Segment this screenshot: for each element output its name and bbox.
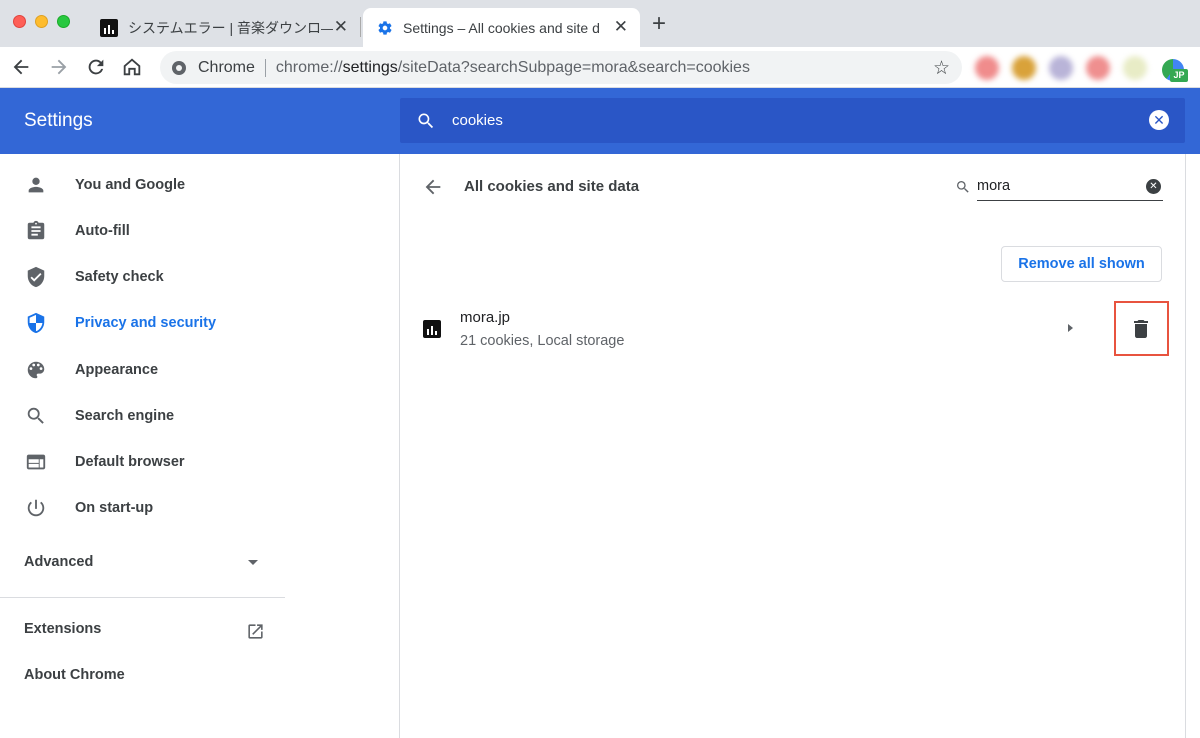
search-icon: [957, 181, 969, 193]
chevron-right-icon[interactable]: [1068, 324, 1073, 332]
subpage-title: All cookies and site data: [464, 178, 640, 195]
chrome-logo-icon: [172, 60, 186, 75]
search-icon: [418, 113, 434, 128]
back-arrow-icon[interactable]: [422, 176, 444, 198]
extension-icon[interactable]: [1086, 56, 1110, 80]
sidebar-item-label: Default browser: [75, 454, 185, 470]
site-name: mora.jp: [460, 309, 511, 326]
sidebar-item-label: Privacy and security: [75, 315, 217, 331]
extension-icon[interactable]: [1049, 56, 1073, 80]
remove-all-shown-button[interactable]: Remove all shown: [1001, 246, 1162, 282]
clear-search-icon[interactable]: ✕: [1149, 110, 1169, 130]
new-tab-plus-icon[interactable]: +: [652, 11, 666, 37]
search-icon: [27, 407, 44, 424]
sidebar-advanced-toggle[interactable]: Advanced: [24, 554, 264, 570]
list-item[interactable]: mora.jp 21 cookies, Local storage: [400, 296, 1185, 356]
profile-badge: JP: [1170, 69, 1188, 82]
reload-icon[interactable]: [85, 56, 107, 78]
cookies-subpage-card: All cookies and site data mora ✕ Remove …: [399, 154, 1186, 738]
tab-strip: システムエラー | 音楽ダウンロ― ✕ Settings – All cooki…: [0, 0, 1200, 47]
sidebar-item-search-engine[interactable]: Search engine: [0, 393, 290, 439]
extension-icon[interactable]: [975, 56, 999, 80]
subpage-search-input[interactable]: mora: [977, 178, 1010, 194]
sidebar: You and Google Auto-fill Safety check Pr…: [0, 154, 290, 738]
bookmark-star-icon[interactable]: ☆: [933, 57, 950, 80]
palette-icon: [27, 361, 45, 379]
page-title: Settings: [24, 110, 93, 131]
forward-arrow-icon[interactable]: [48, 56, 70, 78]
zoom-window-button[interactable]: [57, 15, 70, 28]
mora-icon: [423, 320, 441, 338]
tab-mora[interactable]: システムエラー | 音楽ダウンロ― ✕: [90, 8, 360, 47]
shield-check-icon: [27, 266, 45, 288]
sidebar-item-appearance[interactable]: Appearance: [0, 347, 290, 393]
sidebar-item-you-and-google[interactable]: You and Google: [0, 162, 290, 208]
settings-search-input[interactable]: cookies: [452, 112, 503, 129]
browser-toolbar: Chrome chrome://settings/siteData?search…: [0, 47, 1200, 88]
clipboard-icon: [27, 220, 45, 240]
sidebar-item-label: Safety check: [75, 269, 164, 285]
tab-separator: [360, 17, 361, 37]
sidebar-item-label: Appearance: [75, 362, 159, 378]
trash-icon[interactable]: [1133, 320, 1149, 338]
tab-title: システムエラー | 音楽ダウンロ―: [128, 19, 333, 36]
sidebar-item-privacy-and-security[interactable]: Privacy and security: [0, 300, 290, 346]
sidebar-item-default-browser[interactable]: Default browser: [0, 439, 290, 485]
browser-icon: [26, 454, 46, 470]
home-icon[interactable]: [121, 56, 143, 78]
settings-header: Settings cookies ✕: [0, 88, 1200, 154]
extension-icon[interactable]: [1123, 56, 1147, 80]
sidebar-item-safety-check[interactable]: Safety check: [0, 254, 290, 300]
site-details: 21 cookies, Local storage: [460, 333, 625, 349]
person-icon: [28, 177, 44, 193]
minimize-window-button[interactable]: [35, 15, 48, 28]
back-arrow-icon[interactable]: [10, 56, 32, 78]
tab-title: Settings – All cookies and site d: [403, 19, 600, 36]
gear-icon: [378, 20, 392, 35]
sidebar-item-label: On start-up: [75, 500, 154, 516]
close-icon[interactable]: ✕: [334, 18, 348, 36]
shield-icon: [27, 312, 45, 334]
sidebar-item-label: Auto-fill: [75, 223, 130, 239]
clear-search-icon[interactable]: ✕: [1146, 179, 1161, 194]
settings-search-field[interactable]: cookies ✕: [400, 98, 1185, 143]
subpage-search-field[interactable]: mora ✕: [955, 174, 1163, 201]
omnibox-divider: [264, 58, 266, 77]
omnibox-origin-label: Chrome: [198, 58, 255, 76]
omnibox-url[interactable]: chrome://settings/siteData?searchSubpage…: [276, 59, 750, 77]
sidebar-item-about-chrome[interactable]: About Chrome: [24, 667, 125, 683]
search-underline: [977, 200, 1163, 201]
open-in-new-icon[interactable]: [246, 622, 265, 641]
sidebar-item-label: You and Google: [75, 177, 186, 193]
sidebar-item-label: Search engine: [75, 408, 175, 424]
close-window-button[interactable]: [13, 15, 26, 28]
address-bar[interactable]: Chrome chrome://settings/siteData?search…: [160, 51, 962, 84]
mora-icon: [100, 18, 118, 37]
tab-settings[interactable]: Settings – All cookies and site d ✕: [363, 8, 640, 47]
close-icon[interactable]: ✕: [614, 18, 628, 36]
sidebar-item-on-start-up[interactable]: On start-up: [0, 485, 290, 531]
sidebar-item-auto-fill[interactable]: Auto-fill: [0, 208, 290, 254]
chevron-down-icon[interactable]: [248, 560, 258, 565]
sidebar-item-extensions[interactable]: Extensions: [24, 621, 101, 637]
sidebar-divider: [0, 597, 285, 598]
extension-icon[interactable]: [1012, 56, 1036, 80]
power-icon: [27, 499, 45, 517]
